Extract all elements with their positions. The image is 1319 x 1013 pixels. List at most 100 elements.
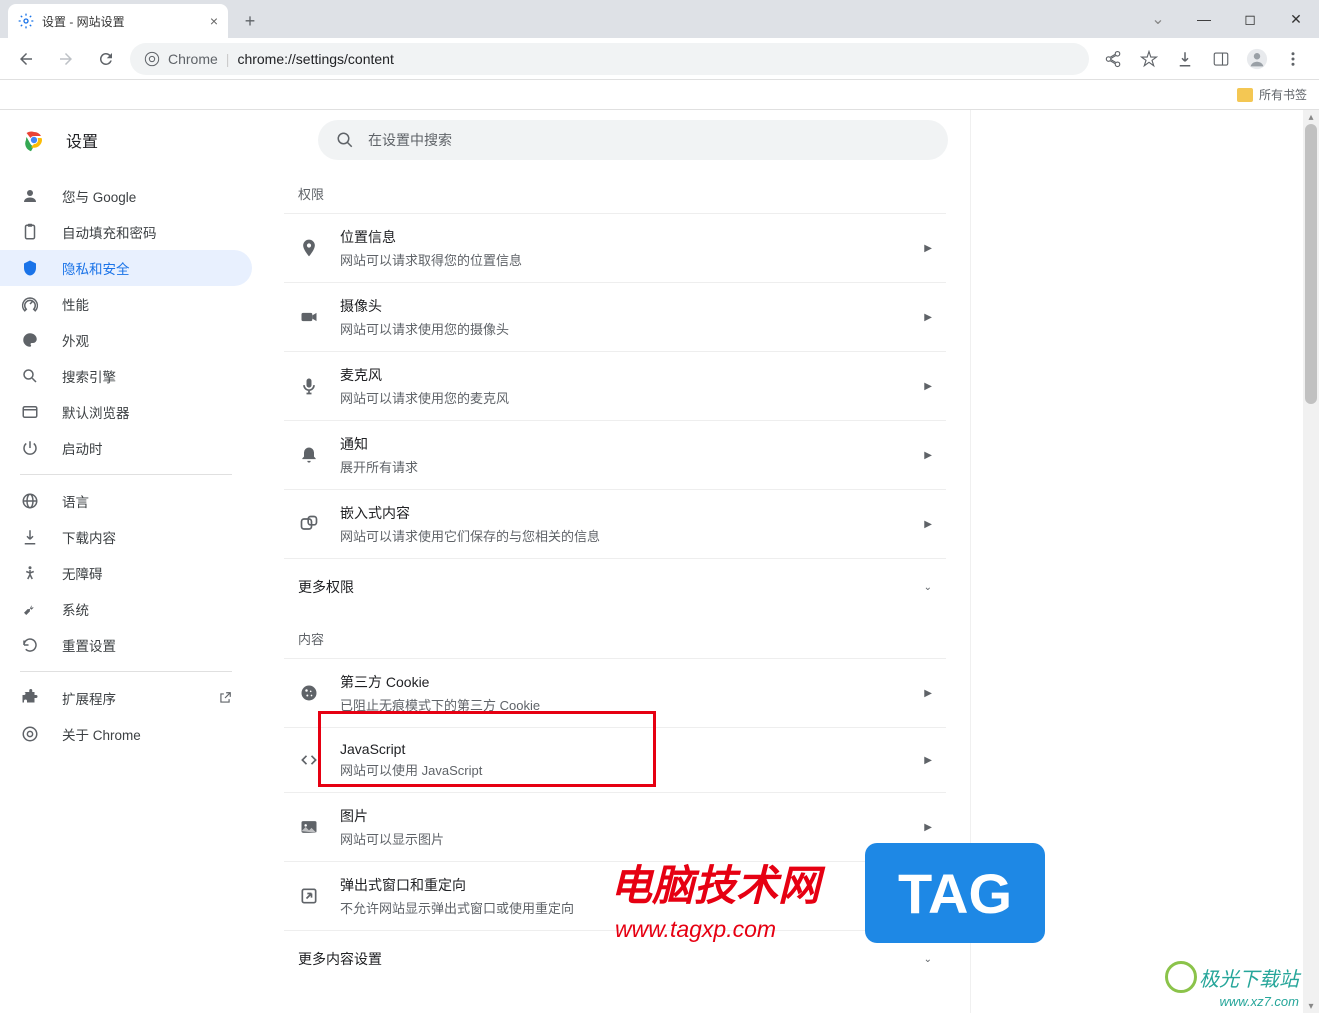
row-camera[interactable]: 摄像头网站可以请求使用您的摄像头 ▶ (284, 282, 946, 351)
row-javascript[interactable]: JavaScript网站可以使用 JavaScript ▶ (284, 727, 946, 792)
minimize-button[interactable]: — (1181, 0, 1227, 38)
navbar: Chrome | chrome://settings/content (0, 38, 1319, 80)
chevron-right-icon: ▶ (924, 312, 932, 323)
addr-url: chrome://settings/content (237, 51, 393, 67)
scroll-up-icon[interactable]: ▴ (1306, 112, 1316, 122)
row-title: 弹出式窗口和重定向 (340, 875, 904, 895)
sidebar-item-label: 默认浏览器 (62, 402, 130, 422)
person-icon (20, 187, 40, 205)
row-microphone[interactable]: 麦克风网站可以请求使用您的麦克风 ▶ (284, 351, 946, 420)
close-window-button[interactable]: ✕ (1273, 0, 1319, 38)
sidebar-item-label: 隐私和安全 (62, 258, 130, 278)
row-title: 图片 (340, 806, 904, 826)
browser-tab[interactable]: 设置 - 网站设置 × (8, 4, 228, 38)
camera-icon (298, 307, 320, 327)
side-panel-icon[interactable] (1205, 43, 1237, 75)
popup-icon (298, 886, 320, 906)
row-desc: 不允许网站显示弹出式窗口或使用重定向 (340, 898, 904, 917)
row-more-permissions[interactable]: 更多权限 ⌄ (284, 558, 946, 615)
share-icon[interactable] (1097, 43, 1129, 75)
sidebar-item-appearance[interactable]: 外观 (0, 322, 252, 358)
search-icon (336, 131, 354, 149)
addr-chrome-label: Chrome (168, 51, 218, 67)
row-desc: 网站可以使用 JavaScript (340, 760, 904, 779)
all-bookmarks-link[interactable]: 所有书签 (1259, 86, 1307, 103)
address-bar[interactable]: Chrome | chrome://settings/content (130, 43, 1089, 75)
power-icon (20, 439, 40, 457)
chevron-right-icon: ▶ (924, 519, 932, 530)
chevron-down-icon: ⌄ (924, 954, 932, 965)
new-tab-button[interactable]: + (236, 7, 264, 35)
row-cookies[interactable]: 第三方 Cookie已阻止无痕模式下的第三方 Cookie ▶ (284, 658, 946, 727)
chevron-right-icon: ▶ (924, 755, 932, 766)
back-button[interactable] (10, 43, 42, 75)
content-section-label: 内容 (284, 615, 946, 658)
sidebar-item-autofill[interactable]: 自动填充和密码 (0, 214, 252, 250)
chevron-right-icon: ▶ (924, 450, 932, 461)
sidebar-item-language[interactable]: 语言 (0, 483, 252, 519)
row-location[interactable]: 位置信息网站可以请求取得您的位置信息 ▶ (284, 213, 946, 282)
close-tab-icon[interactable]: × (210, 13, 218, 29)
sidebar-item-label: 性能 (62, 294, 89, 314)
sidebar-item-label: 系统 (62, 599, 89, 619)
sidebar-item-downloads[interactable]: 下载内容 (0, 519, 252, 555)
sidebar-item-label: 外观 (62, 330, 89, 350)
sidebar-item-system[interactable]: 系统 (0, 591, 252, 627)
row-title: 摄像头 (340, 296, 904, 316)
sidebar: 您与 Google 自动填充和密码 隐私和安全 性能 外观 (0, 170, 260, 1013)
maximize-button[interactable]: ◻ (1227, 0, 1273, 38)
profile-icon[interactable] (1241, 43, 1273, 75)
reload-button[interactable] (90, 43, 122, 75)
sidebar-item-about[interactable]: 关于 Chrome (0, 716, 252, 752)
sidebar-item-performance[interactable]: 性能 (0, 286, 252, 322)
row-desc: 已阻止无痕模式下的第三方 Cookie (340, 695, 904, 714)
settings-header: 设置 在设置中搜索 (0, 110, 970, 170)
sidebar-item-label: 自动填充和密码 (62, 222, 157, 242)
download-icon (20, 528, 40, 546)
settings-panel: 权限 位置信息网站可以请求取得您的位置信息 ▶ 摄像头网站可以请求使用您的摄像头… (260, 170, 970, 1013)
row-title: 通知 (340, 434, 904, 454)
sidebar-item-label: 您与 Google (62, 186, 136, 206)
sidebar-item-you-google[interactable]: 您与 Google (0, 178, 252, 214)
wrench-icon (20, 600, 40, 618)
sidebar-item-search[interactable]: 搜索引擎 (0, 358, 252, 394)
row-more-content[interactable]: 更多内容设置 ⌄ (284, 930, 946, 987)
sidebar-item-accessibility[interactable]: 无障碍 (0, 555, 252, 591)
row-title: 麦克风 (340, 365, 904, 385)
extension-icon (20, 689, 40, 707)
scroll-down-icon[interactable]: ▾ (1306, 1001, 1316, 1011)
sidebar-item-label: 搜索引擎 (62, 366, 116, 386)
blank-area: ▴ ▾ (970, 110, 1319, 1013)
permissions-section-label: 权限 (284, 170, 946, 213)
row-embedded[interactable]: 嵌入式内容网站可以请求使用它们保存的与您相关的信息 ▶ (284, 489, 946, 558)
embed-icon (298, 514, 320, 534)
chevron-down-icon: ⌄ (924, 582, 932, 593)
globe-icon (20, 492, 40, 510)
scrollbar-track[interactable]: ▴ ▾ (1303, 110, 1319, 1013)
sidebar-item-extensions[interactable]: 扩展程序 (0, 680, 252, 716)
settings-search-input[interactable]: 在设置中搜索 (318, 120, 948, 160)
chrome-small-icon (20, 725, 40, 743)
speedometer-icon (20, 295, 40, 313)
sidebar-item-reset[interactable]: 重置设置 (0, 627, 252, 663)
row-images[interactable]: 图片网站可以显示图片 ▶ (284, 792, 946, 861)
row-desc: 网站可以请求使用它们保存的与您相关的信息 (340, 526, 904, 545)
sidebar-item-privacy[interactable]: 隐私和安全 (0, 250, 252, 286)
row-notifications[interactable]: 通知展开所有请求 ▶ (284, 420, 946, 489)
chrome-icon (144, 51, 160, 67)
tab-dropdown-icon[interactable]: ⌄ (1135, 0, 1181, 38)
row-desc: 网站可以请求使用您的摄像头 (340, 319, 904, 338)
bookmark-star-icon[interactable] (1133, 43, 1165, 75)
row-title: 第三方 Cookie (340, 672, 904, 692)
bookmarks-bar: 所有书签 (0, 80, 1319, 110)
bell-icon (298, 445, 320, 465)
row-popups[interactable]: 弹出式窗口和重定向不允许网站显示弹出式窗口或使用重定向 ▶ (284, 861, 946, 930)
window-controls: ⌄ — ◻ ✕ (1135, 0, 1319, 38)
downloads-icon[interactable] (1169, 43, 1201, 75)
settings-gear-icon (18, 13, 34, 29)
sidebar-item-startup[interactable]: 启动时 (0, 430, 252, 466)
menu-icon[interactable] (1277, 43, 1309, 75)
sidebar-item-default-browser[interactable]: 默认浏览器 (0, 394, 252, 430)
forward-button[interactable] (50, 43, 82, 75)
scrollbar-thumb[interactable] (1305, 124, 1317, 404)
